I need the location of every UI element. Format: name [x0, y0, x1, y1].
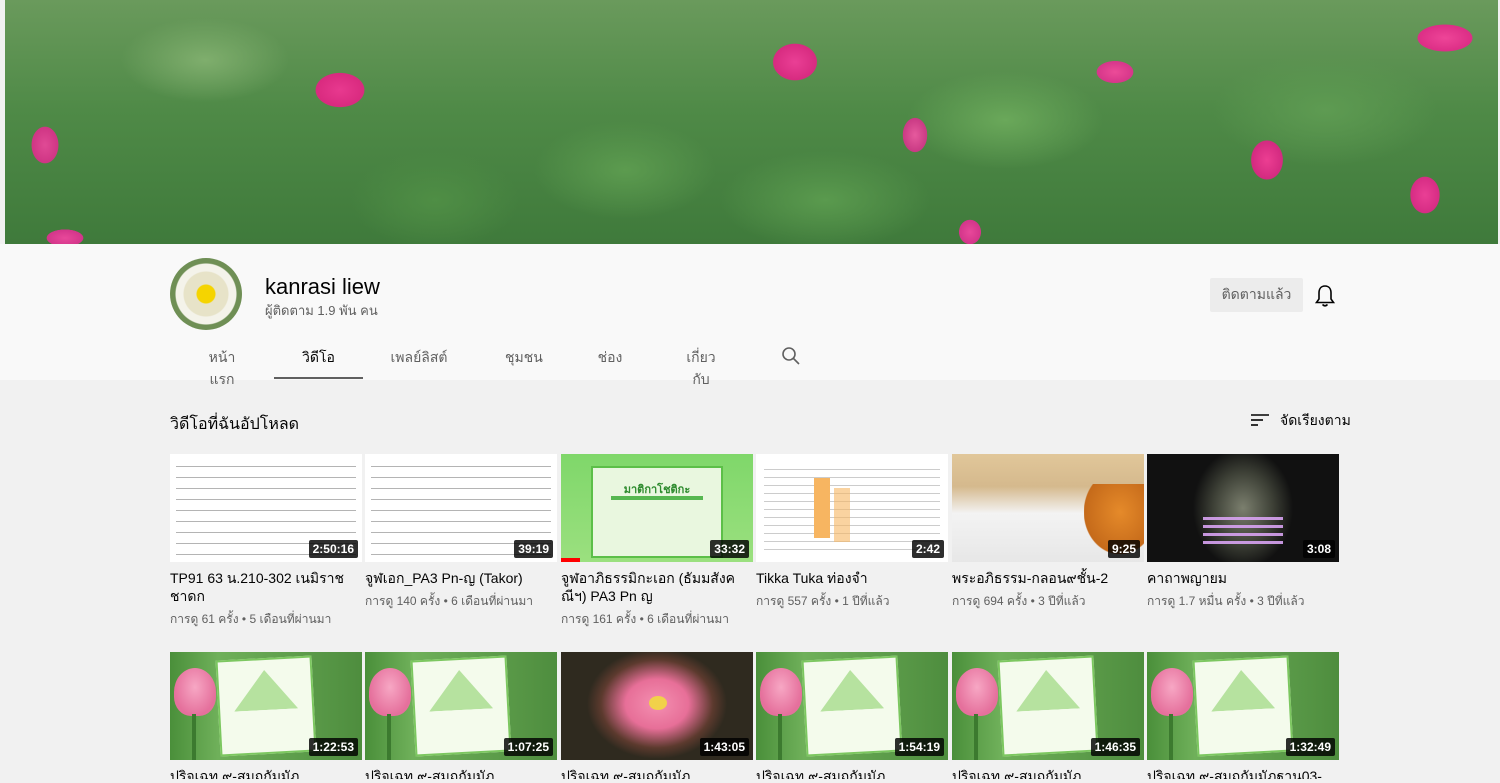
video-card[interactable]: 1:32:49 ปริจเฉท ๙-สมถกัมมัฏฐาน03- — [1147, 652, 1339, 779]
sort-label: จัดเรียงตาม — [1280, 412, 1351, 428]
video-thumbnail[interactable]: 1:07:25 — [365, 652, 557, 760]
lotus-image — [1151, 668, 1193, 716]
duration-badge: 1:43:05 — [699, 738, 749, 756]
video-card[interactable]: 9:25 พระอภิธรรม-กลอน๙ชั้น-2 การดู 694 คร… — [952, 454, 1144, 609]
video-title[interactable]: คาถาพญายม — [1147, 569, 1339, 587]
video-title[interactable]: จูฬเอก_PA3 Pn-ญ (Takor) — [365, 569, 557, 587]
video-meta: การดู 61 ครั้ง • 5 เดือนที่ผ่านมา — [170, 612, 332, 626]
subscribed-button[interactable]: ติดตามแล้ว — [1210, 278, 1303, 312]
tab-about[interactable]: เกี่ยวกับ — [678, 347, 724, 387]
document-image — [410, 655, 512, 757]
highlight-column — [834, 488, 850, 542]
tab-channels[interactable]: ช่อง — [597, 347, 623, 379]
video-card[interactable]: 2:50:16 TP91 63 น.210-302 เนมิราชชาดก กา… — [170, 454, 362, 627]
duration-badge: 1:22:53 — [308, 738, 358, 756]
video-thumbnail[interactable]: 9:25 — [952, 454, 1144, 562]
video-title[interactable]: ปริจเฉท ๙-สมถกัมมัฏ — [756, 767, 948, 779]
highlight-column — [814, 478, 830, 538]
video-card[interactable]: 1:46:35 ปริจเฉท ๙-สมถกัมมัฏ — [952, 652, 1144, 779]
tab-videos[interactable]: วิดีโอ — [274, 347, 363, 379]
video-thumbnail[interactable]: มาติกาโชติกะ 33:32 — [561, 454, 753, 562]
lotus-image — [369, 668, 411, 716]
video-title[interactable]: TP91 63 น.210-302 เนมิราชชาดก — [170, 569, 362, 605]
video-title[interactable]: จูฬอาภิธรรมิกะเอก (ธัมมสังคณีฯ) PA3 Pn ญ — [561, 569, 753, 605]
video-card[interactable]: 3:08 คาถาพญายม การดู 1.7 หมื่น ครั้ง • 3… — [1147, 454, 1339, 609]
bell-icon[interactable] — [1314, 284, 1336, 308]
tab-home[interactable]: หน้าแรก — [198, 347, 246, 387]
stem-image — [387, 714, 391, 760]
video-card[interactable]: 2:42 Tikka Tuka ท่องจำ การดู 557 ครั้ง •… — [756, 454, 948, 609]
watch-progress-bar — [561, 558, 581, 562]
channel-banner — [5, 0, 1498, 244]
document-image — [997, 655, 1099, 757]
duration-badge: 9:25 — [1107, 540, 1140, 558]
video-thumbnail[interactable]: 2:42 — [756, 454, 948, 562]
subscriber-count: ผู้ติดตาม 1.9 พัน คน — [265, 303, 378, 318]
tab-playlists[interactable]: เพลย์ลิสต์ — [390, 347, 448, 379]
video-thumbnail[interactable]: 1:54:19 — [756, 652, 948, 760]
section-title: วิดีโอที่ฉันอัปโหลด — [170, 416, 300, 433]
channel-name: kanrasi liew — [265, 274, 380, 299]
video-thumbnail[interactable]: 1:46:35 — [952, 652, 1144, 760]
lotus-image — [649, 696, 667, 710]
video-card[interactable]: 39:19 จูฬเอก_PA3 Pn-ญ (Takor) การดู 140 … — [365, 454, 557, 609]
duration-badge: 39:19 — [514, 540, 553, 558]
lotus-image — [760, 668, 802, 716]
avatar[interactable] — [170, 258, 242, 330]
video-meta: การดู 557 ครั้ง • 1 ปีที่แล้ว — [756, 594, 890, 608]
stem-image — [1169, 714, 1173, 760]
search-icon[interactable] — [781, 346, 801, 366]
duration-badge: 2:50:16 — [308, 540, 358, 558]
video-meta: การดู 1.7 หมื่น ครั้ง • 3 ปีที่แล้ว — [1147, 594, 1305, 608]
stem-image — [778, 714, 782, 760]
video-meta: การดู 161 ครั้ง • 6 เดือนที่ผ่านมา — [561, 612, 729, 626]
duration-badge: 3:08 — [1302, 540, 1335, 558]
sort-icon — [1250, 412, 1270, 431]
video-thumbnail[interactable]: 1:43:05 — [561, 652, 753, 760]
stem-image — [192, 714, 196, 760]
duration-badge: 1:32:49 — [1285, 738, 1335, 756]
video-title[interactable]: ปริจเฉท ๙-สมถกัมมัฏฐาน03- — [1147, 767, 1339, 779]
video-card[interactable]: 1:54:19 ปริจเฉท ๙-สมถกัมมัฏ — [756, 652, 948, 779]
video-card[interactable]: 1:22:53 ปริจเฉท ๙-สมถกัมมัฏ — [170, 652, 362, 779]
sort-button[interactable]: จัดเรียงตาม — [1250, 410, 1351, 432]
document-image — [801, 655, 903, 757]
video-title[interactable]: ปริจเฉท ๙-สมถกัมมัฏ — [561, 767, 753, 779]
video-title[interactable]: ปริจเฉท ๙-สมถกัมมัฏ — [952, 767, 1144, 779]
video-thumbnail[interactable]: 1:32:49 — [1147, 652, 1339, 760]
lotus-image — [174, 668, 216, 716]
video-thumbnail[interactable]: 3:08 — [1147, 454, 1339, 562]
duration-badge: 33:32 — [710, 540, 749, 558]
video-title[interactable]: ปริจเฉท ๙-สมถกัมมัฏ — [170, 767, 362, 779]
video-card[interactable]: 1:43:05 ปริจเฉท ๙-สมถกัมมัฏ — [561, 652, 753, 779]
video-title[interactable]: Tikka Tuka ท่องจำ — [756, 569, 948, 587]
video-meta: การดู 140 ครั้ง • 6 เดือนที่ผ่านมา — [365, 594, 533, 608]
video-thumbnail[interactable]: 1:22:53 — [170, 652, 362, 760]
video-meta: การดู 694 ครั้ง • 3 ปีที่แล้ว — [952, 594, 1086, 608]
video-card[interactable]: มาติกาโชติกะ 33:32 จูฬอาภิธรรมิกะเอก (ธั… — [561, 454, 753, 627]
document-image — [1192, 655, 1294, 757]
video-title[interactable]: พระอภิธรรม-กลอน๙ชั้น-2 — [952, 569, 1144, 587]
stem-image — [974, 714, 978, 760]
lotus-image — [956, 668, 998, 716]
video-thumbnail[interactable]: 39:19 — [365, 454, 557, 562]
video-title[interactable]: ปริจเฉท ๙-สมถกัมมัฏ — [365, 767, 557, 779]
duration-badge: 1:07:25 — [503, 738, 553, 756]
decorative-line — [611, 496, 703, 500]
video-thumbnail[interactable]: 2:50:16 — [170, 454, 362, 562]
duration-badge: 1:46:35 — [1090, 738, 1140, 756]
text-overlay-image — [1203, 512, 1283, 546]
video-card[interactable]: 1:07:25 ปริจเฉท ๙-สมถกัมมัฏ — [365, 652, 557, 779]
duration-badge: 2:42 — [911, 540, 944, 558]
duration-badge: 1:54:19 — [894, 738, 944, 756]
document-image — [215, 655, 317, 757]
tab-community[interactable]: ชุมชน — [505, 347, 543, 379]
